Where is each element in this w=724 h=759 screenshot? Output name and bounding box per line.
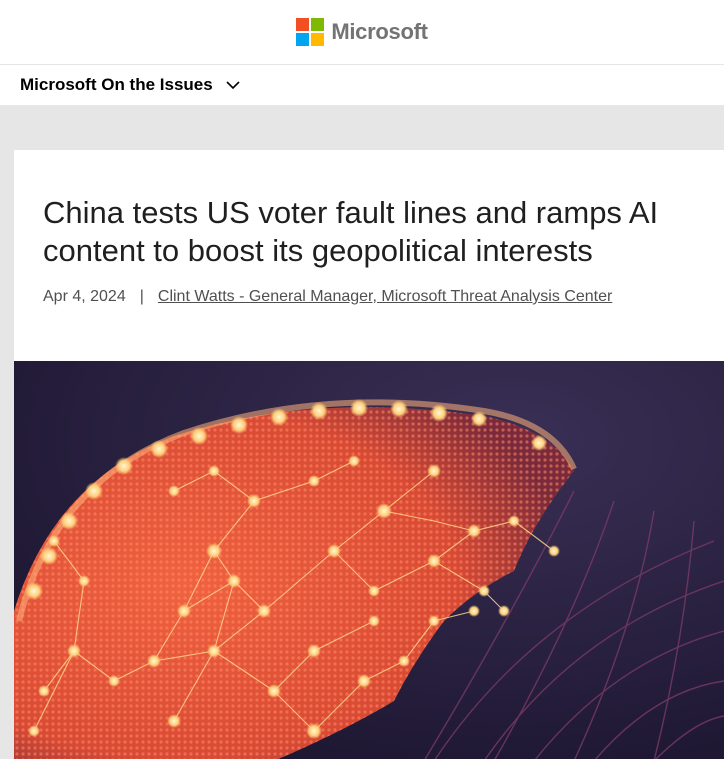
site-header: Microsoft — [0, 0, 724, 65]
author-link[interactable]: Clint Watts - General Manager, Microsoft… — [158, 288, 612, 306]
section-nav-title[interactable]: Microsoft On the Issues — [20, 75, 213, 95]
meta-separator: | — [139, 288, 144, 305]
chevron-down-icon[interactable] — [225, 77, 241, 93]
article-date: Apr 4, 2024 — [43, 288, 126, 305]
microsoft-wordmark: Microsoft — [331, 19, 428, 44]
section-nav: Microsoft On the Issues — [0, 65, 724, 106]
article-header-card: China tests US voter fault lines and ram… — [14, 150, 724, 361]
microsoft-logo-icon — [296, 18, 325, 46]
page-band — [0, 106, 724, 150]
article-meta: Apr 4, 2024 | Clint Watts - General Mana… — [43, 288, 695, 306]
article-headline: China tests US voter fault lines and ram… — [43, 195, 659, 268]
article-container: China tests US voter fault lines and ram… — [0, 150, 724, 759]
hero-image — [14, 361, 724, 759]
microsoft-home-link[interactable]: Microsoft — [296, 18, 428, 46]
